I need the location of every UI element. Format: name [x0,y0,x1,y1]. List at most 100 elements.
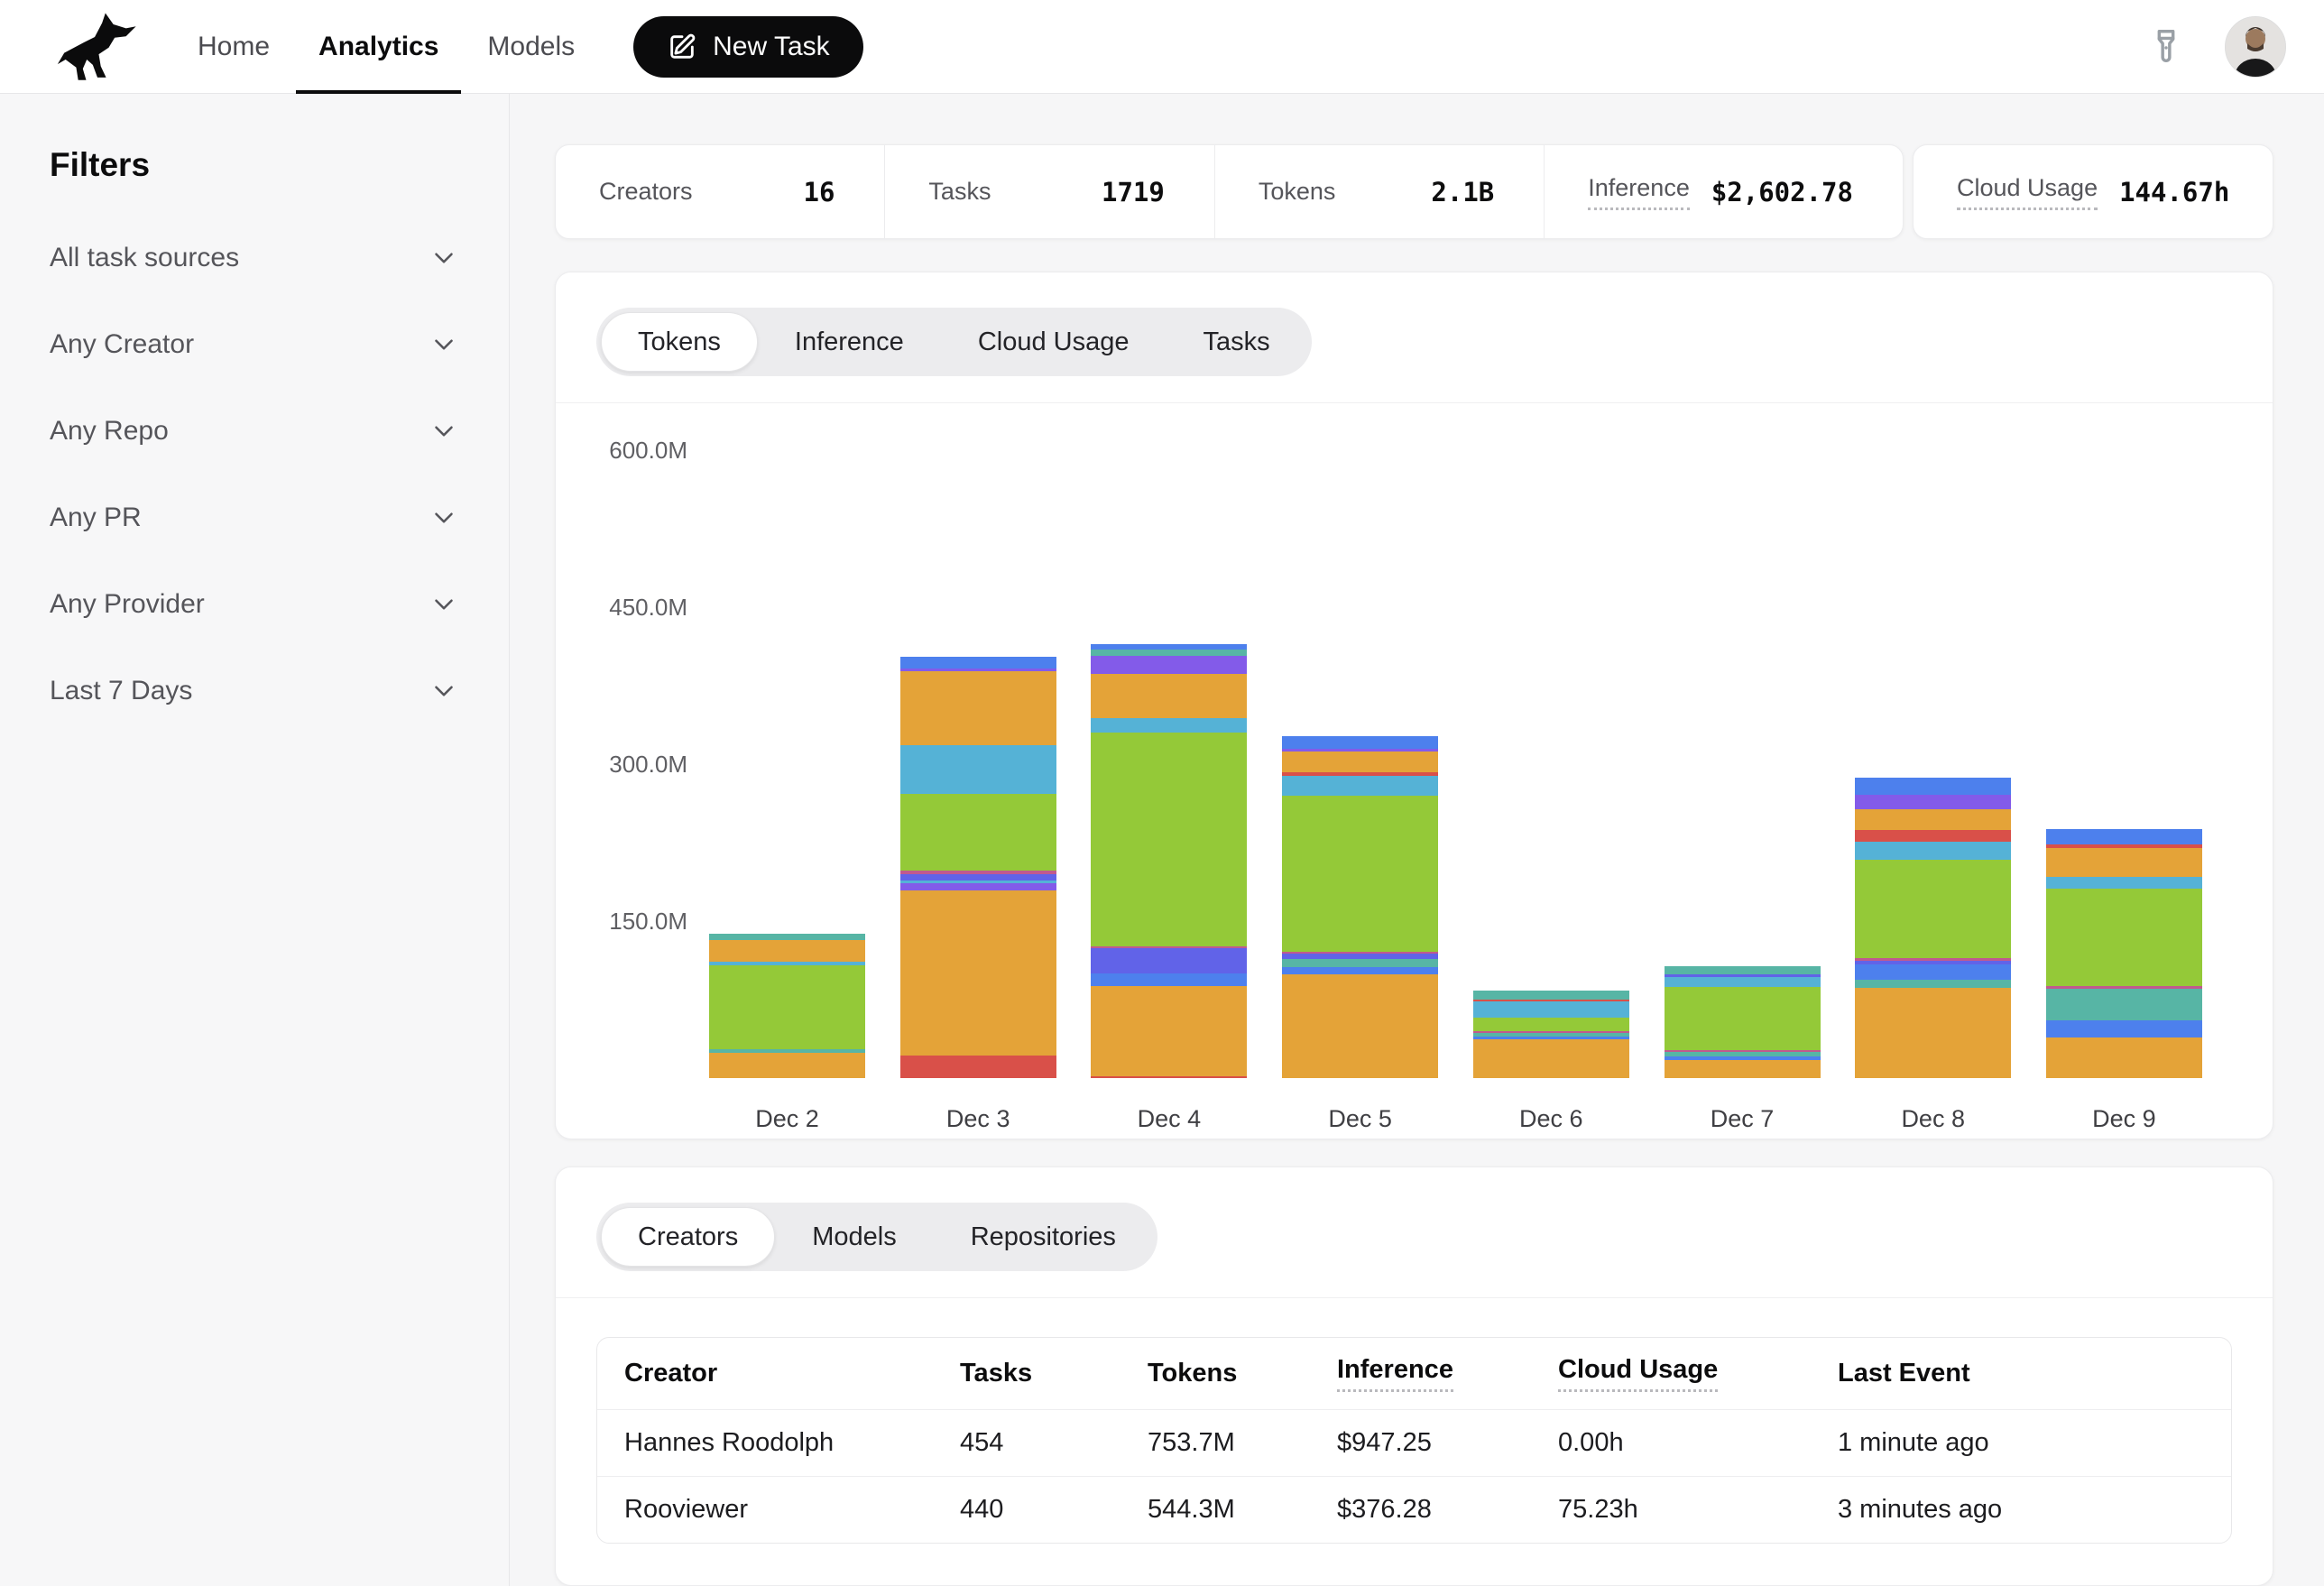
bar-segment-green[interactable] [1665,987,1821,1050]
y-tick-450-0m: 450.0M [581,595,687,619]
bar-segment-indigo[interactable] [900,874,1056,881]
bar-segment-teal[interactable] [709,934,865,940]
bar-segment-purple[interactable] [1855,795,2011,809]
kangaroo-logo[interactable] [54,0,141,93]
bar-segment-teal[interactable] [1665,966,1821,974]
bar-segment-orange[interactable] [2046,848,2202,878]
col-header-inference[interactable]: Inference [1337,1355,1558,1392]
bar-segment-orange[interactable] [1091,674,1247,718]
bar-segment-red[interactable] [1091,1076,1247,1078]
bar-segment-purple[interactable] [900,883,1056,890]
chart-tab-inference[interactable]: Inference [758,312,941,372]
cell-creator: Rooviewer [624,1495,960,1525]
chart-card-header: TokensInferenceCloud UsageTasks [556,272,2273,403]
bar-segment-red[interactable] [900,1056,1056,1079]
chart-tab-cloud-usage[interactable]: Cloud Usage [941,312,1167,372]
col-header-tasks[interactable]: Tasks [960,1359,1148,1388]
main-content: Creators16Tasks1719Tokens2.1BInference$2… [510,94,2324,1586]
bar-segment-green[interactable] [1282,796,1438,952]
new-task-button[interactable]: New Task [633,16,863,78]
table-row-hannes-roodolph[interactable]: Hannes Roodolph454753.7M$947.250.00h1 mi… [597,1409,2231,1476]
table-tab-repositories[interactable]: Repositories [934,1207,1153,1267]
bar-segment-royalblue[interactable] [2046,1020,2202,1037]
nav-item-analytics[interactable]: Analytics [294,0,463,93]
x-label-dec-3: Dec 3 [900,1105,1056,1133]
page-body: Filters All task sourcesAny CreatorAny R… [0,94,2324,1586]
bar-segment-royalblue[interactable] [1855,778,2011,795]
col-header-creator[interactable]: Creator [624,1359,960,1388]
filter-any-pr[interactable]: Any PR [50,500,459,536]
stat-inference[interactable]: Inference$2,602.78 [1544,145,1903,238]
bar-segment-royalblue[interactable] [1091,973,1247,986]
bar-segment-teal[interactable] [1091,650,1247,656]
bar-segment-teal[interactable] [1473,991,1629,1000]
bar-segment-lightblue[interactable] [1855,842,2011,860]
bar-segment-lightblue[interactable] [1091,718,1247,733]
bar-segment-lightblue[interactable] [1282,776,1438,796]
bar-segment-green[interactable] [1091,733,1247,946]
bar-segment-orange[interactable] [709,1053,865,1078]
user-avatar[interactable] [2225,16,2286,78]
bar-segment-green[interactable] [1855,860,2011,958]
bar-segment-teal[interactable] [1282,959,1438,967]
x-label-dec-6: Dec 6 [1473,1105,1629,1133]
stat-tokens[interactable]: Tokens2.1B [1214,145,1544,238]
table-body: Hannes Roodolph454753.7M$947.250.00h1 mi… [597,1409,2231,1543]
chart-tab-tokens[interactable]: Tokens [601,312,758,372]
bar-segment-green[interactable] [900,794,1056,871]
bar-segment-teal[interactable] [1855,980,2011,988]
bar-segment-orange[interactable] [900,671,1056,745]
bar-segment-indigo[interactable] [1091,948,1247,973]
flashlight-icon[interactable] [2145,26,2187,68]
chevron-down-icon [429,676,459,706]
bar-segment-orange[interactable] [900,890,1056,1055]
bar-segment-orange[interactable] [1665,1060,1821,1078]
stat-creators[interactable]: Creators16 [556,145,884,238]
bar-segment-orange[interactable] [1282,974,1438,1078]
bar-segment-lightblue[interactable] [2046,877,2202,889]
stat-cloud-usage[interactable]: Cloud Usage144.67h [1914,145,2273,238]
bar-segment-green[interactable] [1473,1018,1629,1031]
bar-segment-purple[interactable] [1091,656,1247,675]
bar-segment-green[interactable] [709,965,865,1049]
bar-segment-royalblue[interactable] [1282,967,1438,974]
table-tab-models[interactable]: Models [775,1207,934,1267]
filter-all-task-sources[interactable]: All task sources [50,240,459,276]
bar-segment-orange[interactable] [709,940,865,962]
col-header-tokens[interactable]: Tokens [1148,1359,1337,1388]
bar-segment-orange[interactable] [1282,752,1438,772]
filter-label: Any Repo [50,416,169,447]
bar-segment-lightblue[interactable] [1665,977,1821,988]
bar-segment-orange[interactable] [1473,1039,1629,1078]
bar-segment-royalblue[interactable] [900,657,1056,669]
bar-segment-red[interactable] [1855,830,2011,842]
nav-item-home[interactable]: Home [173,0,294,93]
table-tab-creators[interactable]: Creators [601,1207,775,1267]
col-header-last-event[interactable]: Last Event [1838,1359,2204,1388]
filter-any-provider[interactable]: Any Provider [50,586,459,622]
bar-segment-royalblue[interactable] [1282,736,1438,749]
bar-segment-lightblue[interactable] [900,745,1056,793]
filter-any-creator[interactable]: Any Creator [50,327,459,363]
bars-row [709,644,2202,1078]
bar-segment-green[interactable] [2046,889,2202,986]
chart-tab-tasks[interactable]: Tasks [1166,312,1306,372]
bar-segment-royalblue[interactable] [2046,829,2202,844]
bar-segment-lightblue[interactable] [1473,1001,1629,1017]
bar-segment-orange[interactable] [1855,988,2011,1078]
filter-label: Any Provider [50,589,205,620]
filter-last-7-days[interactable]: Last 7 Days [50,673,459,709]
bar-segment-orange[interactable] [1091,986,1247,1076]
chevron-down-icon [429,503,459,533]
col-header-cloud-usage[interactable]: Cloud Usage [1558,1355,1838,1392]
bar-segment-teal[interactable] [2046,989,2202,1020]
filter-label: Any Creator [50,329,194,360]
bar-dec-6 [1473,991,1629,1078]
nav-item-models[interactable]: Models [463,0,599,93]
table-row-rooviewer[interactable]: Rooviewer440544.3M$376.2875.23h3 minutes… [597,1476,2231,1543]
bar-segment-royalblue[interactable] [1855,964,2011,980]
bar-segment-orange[interactable] [2046,1037,2202,1078]
stat-tasks[interactable]: Tasks1719 [884,145,1213,238]
filter-any-repo[interactable]: Any Repo [50,413,459,449]
bar-segment-orange[interactable] [1855,809,2011,830]
